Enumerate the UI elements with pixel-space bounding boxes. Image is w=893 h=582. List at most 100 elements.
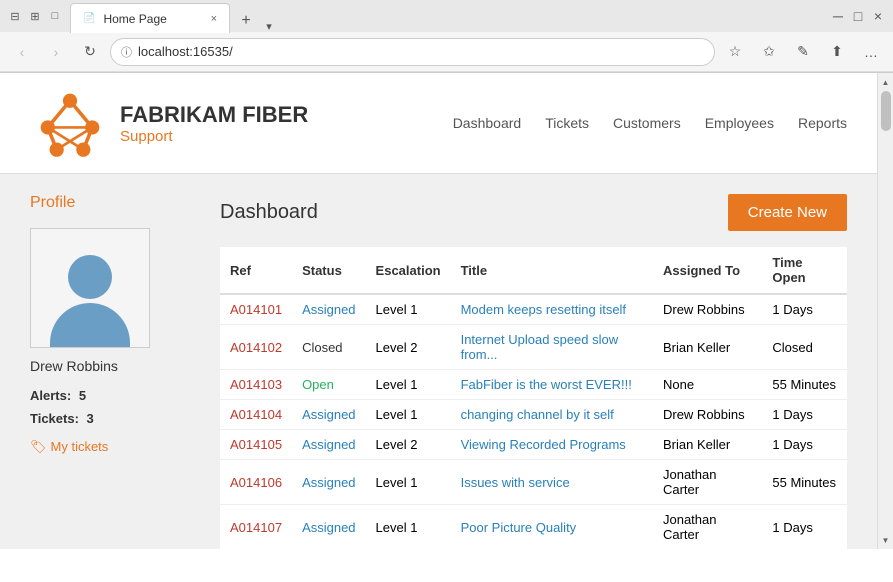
address-text: localhost:16535/ — [138, 44, 233, 59]
cell-assigned-to: Drew Robbins — [653, 400, 762, 430]
title-link[interactable]: Poor Picture Quality — [461, 520, 577, 535]
table-row[interactable]: A014103 Open Level 1 FabFiber is the wor… — [220, 370, 847, 400]
user-name: Drew Robbins — [30, 358, 200, 374]
ref-link[interactable]: A014103 — [230, 377, 282, 392]
main-nav: Dashboard Tickets Customers Employees Re… — [453, 115, 847, 131]
brand-sub: Support — [120, 128, 308, 145]
col-escalation: Escalation — [366, 247, 451, 294]
address-bar[interactable]: ⓘ localhost:16535/ — [110, 38, 715, 66]
scrollbar[interactable]: ▲ ▼ — [877, 73, 893, 549]
cell-assigned-to: None — [653, 370, 762, 400]
cell-title[interactable]: changing channel by it self — [451, 400, 653, 430]
title-link[interactable]: FabFiber is the worst EVER!!! — [461, 377, 632, 392]
dashboard-header: Dashboard Create New — [220, 194, 847, 231]
cell-title[interactable]: Poor Picture Quality — [451, 505, 653, 550]
cell-assigned-to: Jonathan Carter — [653, 460, 762, 505]
cell-title[interactable]: Viewing Recorded Programs — [451, 430, 653, 460]
nav-dashboard[interactable]: Dashboard — [453, 115, 522, 131]
ref-link[interactable]: A014101 — [230, 302, 282, 317]
table-row[interactable]: A014104 Assigned Level 1 changing channe… — [220, 400, 847, 430]
cell-time-open: 1 Days — [762, 430, 847, 460]
table-row[interactable]: A014105 Assigned Level 2 Viewing Recorde… — [220, 430, 847, 460]
title-link[interactable]: Issues with service — [461, 475, 570, 490]
scroll-down-button[interactable]: ▼ — [879, 533, 893, 547]
window-icon-1[interactable]: ⊟ — [8, 9, 22, 23]
avatar-head — [68, 255, 112, 299]
cell-ref[interactable]: A014107 — [220, 505, 292, 550]
nav-employees[interactable]: Employees — [705, 115, 774, 131]
more-button[interactable]: … — [857, 38, 885, 66]
active-tab[interactable]: 📄 Home Page × — [70, 3, 230, 33]
ref-link[interactable]: A014106 — [230, 475, 282, 490]
cell-time-open: 1 Days — [762, 505, 847, 550]
nav-reports[interactable]: Reports — [798, 115, 847, 131]
refresh-button[interactable]: ↻ — [76, 38, 104, 66]
nav-bar: ‹ › ↻ ⓘ localhost:16535/ ☆ ✩ ✎ ⬆ … — [0, 32, 893, 72]
tab-close-button[interactable]: × — [211, 13, 217, 25]
ref-link[interactable]: A014107 — [230, 520, 282, 535]
title-link[interactable]: Modem keeps resetting itself — [461, 302, 626, 317]
nav-tickets[interactable]: Tickets — [545, 115, 589, 131]
tab-dropdown-icon[interactable]: ▾ — [262, 19, 276, 33]
title-link[interactable]: changing channel by it self — [461, 407, 614, 422]
scroll-thumb[interactable] — [881, 91, 891, 131]
window-icon-3[interactable]: □ — [48, 9, 62, 23]
cell-status: Assigned — [292, 400, 365, 430]
minimize-button[interactable]: ─ — [831, 9, 845, 23]
table-row[interactable]: A014106 Assigned Level 1 Issues with ser… — [220, 460, 847, 505]
alerts-stat: Alerts: 5 — [30, 384, 200, 407]
table-header: Ref Status Escalation Title Assigned To … — [220, 247, 847, 294]
ref-link[interactable]: A014105 — [230, 437, 282, 452]
forward-button[interactable]: › — [42, 38, 70, 66]
tab-bar: 📄 Home Page × + ▾ — [70, 0, 815, 33]
cell-ref[interactable]: A014102 — [220, 325, 292, 370]
ref-link[interactable]: A014102 — [230, 340, 282, 355]
new-tab-button[interactable]: + — [234, 9, 258, 33]
cell-escalation: Level 1 — [366, 370, 451, 400]
cell-ref[interactable]: A014101 — [220, 294, 292, 325]
sidebar: Profile Drew Robbins Alerts: 5 Tickets: … — [30, 194, 200, 549]
back-button[interactable]: ‹ — [8, 38, 36, 66]
cell-assigned-to: Brian Keller — [653, 430, 762, 460]
cell-ref[interactable]: A014103 — [220, 370, 292, 400]
title-link[interactable]: Internet Upload speed slow from... — [461, 332, 619, 362]
cell-status: Assigned — [292, 294, 365, 325]
title-link[interactable]: Viewing Recorded Programs — [461, 437, 626, 452]
cell-time-open: 55 Minutes — [762, 460, 847, 505]
cell-ref[interactable]: A014106 — [220, 460, 292, 505]
logo-text: FABRIKAM FIBER Support — [120, 102, 308, 145]
table-row[interactable]: A014102 Closed Level 2 Internet Upload s… — [220, 325, 847, 370]
table-row[interactable]: A014101 Assigned Level 1 Modem keeps res… — [220, 294, 847, 325]
ref-link[interactable]: A014104 — [230, 407, 282, 422]
address-lock-icon: ⓘ — [121, 44, 132, 60]
cell-title[interactable]: Internet Upload speed slow from... — [451, 325, 653, 370]
table-row[interactable]: A014107 Assigned Level 1 Poor Picture Qu… — [220, 505, 847, 550]
cell-title[interactable]: Issues with service — [451, 460, 653, 505]
nav-customers[interactable]: Customers — [613, 115, 681, 131]
col-ref: Ref — [220, 247, 292, 294]
scroll-up-button[interactable]: ▲ — [879, 75, 893, 89]
col-title: Title — [451, 247, 653, 294]
cell-status: Closed — [292, 325, 365, 370]
cell-title[interactable]: FabFiber is the worst EVER!!! — [451, 370, 653, 400]
dashboard-title: Dashboard — [220, 201, 318, 224]
title-bar-icons: ⊟ ⊞ □ — [8, 9, 62, 23]
cell-time-open: 1 Days — [762, 400, 847, 430]
window-close-button[interactable]: × — [871, 9, 885, 23]
cell-ref[interactable]: A014105 — [220, 430, 292, 460]
my-tickets-link[interactable]: 🏷 My tickets — [30, 439, 200, 455]
window-icon-2[interactable]: ⊞ — [28, 9, 42, 23]
cell-time-open: Closed — [762, 325, 847, 370]
maximize-button[interactable]: □ — [851, 9, 865, 23]
share-button[interactable]: ⬆ — [823, 38, 851, 66]
cell-escalation: Level 1 — [366, 294, 451, 325]
cell-title[interactable]: Modem keeps resetting itself — [451, 294, 653, 325]
cell-assigned-to: Jonathan Carter — [653, 505, 762, 550]
pen-button[interactable]: ✎ — [789, 38, 817, 66]
create-new-button[interactable]: Create New — [728, 194, 847, 231]
favorites-button[interactable]: ✩ — [755, 38, 783, 66]
bookmark-button[interactable]: ☆ — [721, 38, 749, 66]
alerts-label: Alerts: — [30, 388, 71, 403]
cell-ref[interactable]: A014104 — [220, 400, 292, 430]
tickets-stat: Tickets: 3 — [30, 407, 200, 430]
